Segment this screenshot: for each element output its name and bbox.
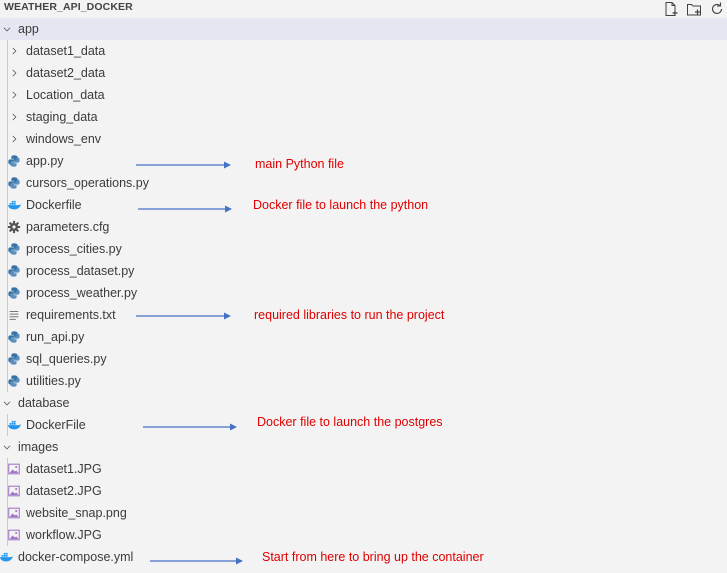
folder-windows_env[interactable]: windows_env — [0, 128, 727, 150]
image-icon — [8, 485, 20, 497]
tree-item-label: dataset1.JPG — [26, 462, 102, 476]
folder-database[interactable]: database — [0, 392, 727, 414]
new-folder-icon[interactable] — [686, 1, 702, 17]
file-cursors_operations-py[interactable]: cursors_operations.py — [0, 172, 727, 194]
tree-item-label: workflow.JPG — [26, 528, 102, 542]
file-dataset1-jpg[interactable]: dataset1.JPG — [0, 458, 727, 480]
folder-location_data[interactable]: Location_data — [0, 84, 727, 106]
annotation-arrow — [143, 423, 237, 431]
file-app-py[interactable]: app.py — [0, 150, 727, 172]
chevron-down-icon — [3, 401, 11, 406]
image-icon — [8, 463, 20, 475]
refresh-icon[interactable] — [709, 1, 725, 17]
docker-icon — [0, 552, 13, 562]
indent-guide — [7, 40, 8, 392]
file-parameters-cfg[interactable]: parameters.cfg — [0, 216, 727, 238]
tree-item-label: process_dataset.py — [26, 264, 135, 278]
tree-item-label: DockerFile — [26, 418, 86, 432]
folder-dataset2_data[interactable]: dataset2_data — [0, 62, 727, 84]
text-file-icon — [9, 311, 19, 320]
file-utilities-py[interactable]: utilities.py — [0, 370, 727, 392]
image-icon — [8, 507, 20, 519]
chevron-right-icon — [12, 91, 17, 99]
docker-icon — [7, 200, 21, 210]
tree-item-label: windows_env — [26, 132, 102, 146]
folder-images[interactable]: images — [0, 436, 727, 458]
tree-item-label: requirements.txt — [26, 308, 116, 322]
annotation-arrow — [136, 312, 231, 320]
explorer-title: WEATHER_API_DOCKER — [4, 1, 133, 13]
chevron-right-icon — [12, 69, 17, 77]
image-icon — [8, 529, 20, 541]
annotation-note: required libraries to run the project — [254, 308, 445, 322]
tree-item-label: process_cities.py — [26, 242, 122, 256]
tree-item-label: app — [18, 22, 39, 36]
tree-item-label: parameters.cfg — [26, 220, 110, 234]
folder-app[interactable]: app — [0, 18, 727, 40]
tree-item-label: cursors_operations.py — [26, 176, 149, 190]
tree-item-label: utilities.py — [26, 374, 81, 388]
tree-item-label: images — [18, 440, 59, 454]
python-icon — [8, 375, 20, 387]
tree-item-label: docker-compose.yml — [18, 550, 134, 564]
gear-icon — [7, 220, 21, 234]
annotation-arrow — [138, 205, 232, 213]
file-process_cities-py[interactable]: process_cities.py — [0, 238, 727, 260]
python-icon — [8, 287, 20, 299]
chevron-right-icon — [12, 135, 17, 143]
python-icon — [8, 353, 20, 365]
python-icon — [8, 265, 20, 277]
annotation-note: main Python file — [255, 157, 344, 171]
file-process_dataset-py[interactable]: process_dataset.py — [0, 260, 727, 282]
file-website_snap-png[interactable]: website_snap.png — [0, 502, 727, 524]
file-workflow-jpg[interactable]: workflow.JPG — [0, 524, 727, 546]
python-icon — [8, 177, 20, 189]
docker-icon — [7, 420, 21, 430]
chevron-down-icon — [3, 445, 11, 450]
python-icon — [8, 331, 20, 343]
tree-item-label: run_api.py — [26, 330, 85, 344]
indent-guide — [7, 414, 8, 436]
tree-item-label: Location_data — [26, 88, 105, 102]
chevron-right-icon — [12, 47, 17, 55]
annotation-note: Docker file to launch the python — [253, 198, 429, 212]
tree-item-label: dataset1_data — [26, 44, 106, 58]
python-icon — [8, 243, 20, 255]
folder-staging_data[interactable]: staging_data — [0, 106, 727, 128]
file-process_weather-py[interactable]: process_weather.py — [0, 282, 727, 304]
explorer-header: WEATHER_API_DOCKER — [0, 0, 727, 18]
annotation-note: Docker file to launch the postgres — [257, 415, 443, 429]
tree-item-label: sql_queries.py — [26, 352, 107, 366]
tree-item-label: process_weather.py — [26, 286, 138, 300]
indent-guide — [7, 458, 8, 546]
file-run_api-py[interactable]: run_api.py — [0, 326, 727, 348]
tree-item-label: staging_data — [26, 110, 98, 124]
python-icon — [8, 155, 20, 167]
file-sql_queries-py[interactable]: sql_queries.py — [0, 348, 727, 370]
tree-item-label: Dockerfile — [26, 198, 82, 212]
new-file-icon[interactable] — [663, 1, 679, 17]
tree-item-label: app.py — [26, 154, 64, 168]
tree-item-label: dataset2_data — [26, 66, 106, 80]
folder-dataset1_data[interactable]: dataset1_data — [0, 40, 727, 62]
annotation-arrow — [136, 161, 231, 169]
annotation-arrow — [150, 557, 243, 565]
annotation-note: Start from here to bring up the containe… — [262, 550, 484, 564]
tree-item-label: dataset2.JPG — [26, 484, 102, 498]
chevron-down-icon — [3, 27, 11, 32]
tree-item-label: database — [18, 396, 70, 410]
file-dataset2-jpg[interactable]: dataset2.JPG — [0, 480, 727, 502]
chevron-right-icon — [12, 113, 17, 121]
tree-item-label: website_snap.png — [26, 506, 127, 520]
